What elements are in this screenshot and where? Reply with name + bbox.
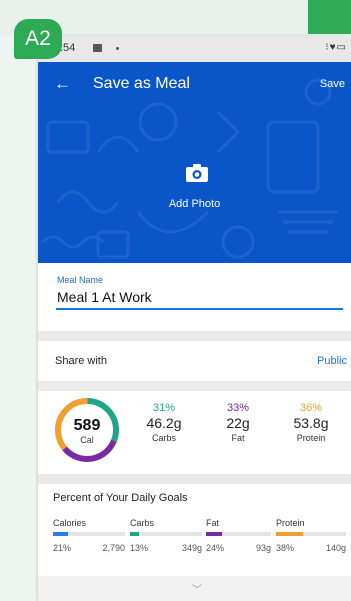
nutrition-summary: 589 Cal 31% 46.2g Carbs 33% 22g Fat 36% … — [38, 391, 351, 474]
meal-name-label: Meal Name — [57, 275, 104, 285]
share-row[interactable]: Share with Public — [38, 341, 351, 381]
goal-bar — [276, 532, 346, 536]
macro-label: Protein — [296, 433, 326, 443]
goal-target: 140g — [325, 543, 346, 553]
expand-bar[interactable]: ﹀ — [38, 576, 351, 601]
goal-bar — [53, 532, 125, 536]
goal-bar-fill — [276, 532, 303, 536]
status-time: :54 — [60, 42, 76, 54]
macro-pct: 33% — [226, 402, 250, 414]
goal-carbs: Carbs 13% 349g — [130, 518, 202, 554]
camera-icon[interactable] — [186, 164, 208, 182]
goal-bar-fill — [53, 532, 69, 536]
page-title: Save as Meal — [93, 75, 190, 92]
macro-amount: 53.8g — [293, 415, 329, 431]
goal-name: Fat — [206, 518, 220, 528]
add-photo-label[interactable]: Add Photo — [38, 198, 351, 210]
goal-pct: 13% — [130, 543, 149, 553]
food-pattern-decoration — [41, 78, 338, 259]
divider — [38, 381, 351, 391]
goal-name: Carbs — [130, 518, 155, 528]
meal-name-input[interactable] — [56, 286, 343, 310]
status-bar: :54 ⁝♥▭ — [38, 36, 351, 62]
goals-title: Percent of Your Daily Goals — [53, 492, 188, 504]
divider — [38, 331, 351, 341]
goal-target: 2,790 — [102, 543, 125, 553]
goal-pct: 38% — [276, 543, 295, 553]
goal-fat: Fat 24% 93g — [206, 518, 271, 554]
goal-pct: 21% — [53, 543, 72, 553]
macro-amount: 22g — [226, 415, 250, 431]
divider — [38, 474, 351, 484]
goal-bar — [130, 532, 202, 536]
macro-label: Fat — [231, 433, 245, 443]
goal-name: Calories — [53, 518, 87, 528]
macro-fat: 33% 22g Fat — [208, 402, 268, 443]
goal-name: Protein — [276, 518, 305, 528]
step-badge: A2 — [14, 19, 62, 59]
back-arrow-icon[interactable]: ← — [54, 74, 71, 94]
goal-target: 349g — [181, 543, 202, 553]
calories-value: 589 — [73, 417, 101, 434]
system-icons: ⁝♥▭ — [325, 42, 347, 53]
chevron-down-icon[interactable]: ﹀ — [192, 581, 202, 596]
calories-label: Cal — [80, 435, 94, 445]
macro-amount: 46.2g — [146, 415, 182, 431]
macro-pct: 31% — [152, 402, 176, 414]
macro-carbs: 31% 46.2g Carbs — [134, 402, 194, 443]
goal-bar — [206, 532, 271, 536]
goal-bar-fill — [130, 532, 140, 536]
meal-name-section: Meal Name — [38, 263, 351, 331]
message-icon — [93, 44, 102, 52]
goal-calories: Calories 21% 2,790 — [53, 518, 125, 554]
save-button[interactable]: Save — [320, 78, 345, 90]
share-label: Share with — [55, 355, 107, 367]
goal-bar-fill — [206, 532, 222, 536]
goal-pct: 24% — [206, 543, 225, 553]
goal-target: 93g — [255, 543, 271, 553]
macro-pct: 36% — [299, 402, 323, 414]
notification-dot-icon — [116, 47, 119, 50]
phone-screen: :54 ⁝♥▭ ← Save as Meal Save Add Photo Me… — [38, 36, 351, 601]
background-tab — [308, 0, 351, 34]
daily-goals-section: Percent of Your Daily Goals Calories 21%… — [38, 484, 351, 576]
photo-header[interactable]: ← Save as Meal Save Add Photo — [38, 62, 351, 263]
goal-protein: Protein 38% 140g — [276, 518, 346, 554]
share-visibility-link[interactable]: Public — [317, 355, 347, 367]
macro-label: Carbs — [151, 433, 176, 443]
macro-protein: 36% 53.8g Protein — [281, 402, 341, 443]
